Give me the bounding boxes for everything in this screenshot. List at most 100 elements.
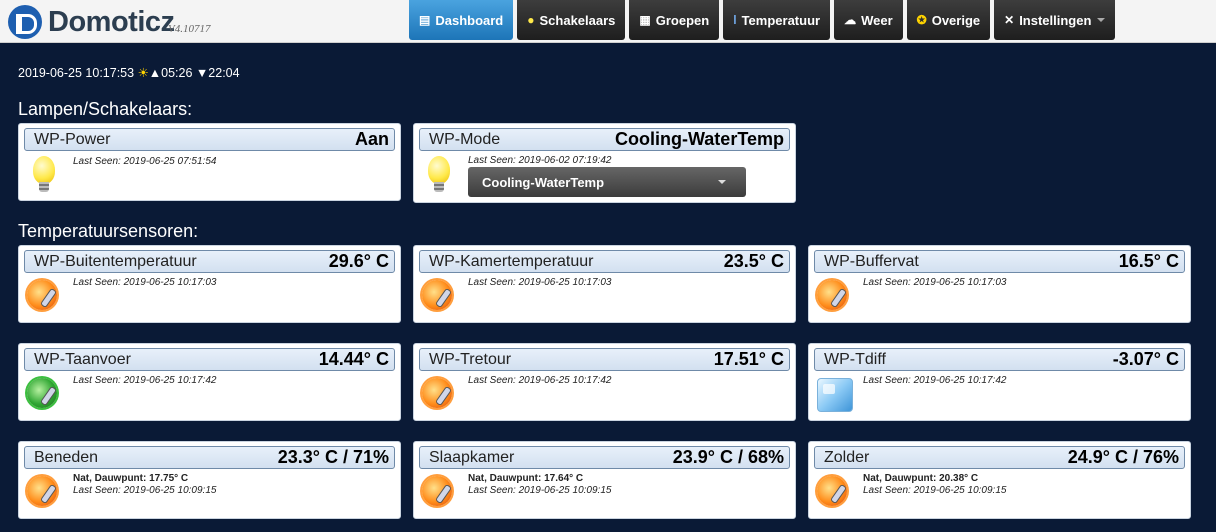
tab-overige[interactable]: ✪ Overige (906, 0, 991, 40)
tab-instellingen[interactable]: ✕ Instellingen (994, 0, 1116, 40)
last-seen-text: Last Seen: 2019-06-02 07:19:42 (468, 155, 612, 166)
last-seen-text: Last Seen: 2019-06-25 10:17:03 (863, 277, 1007, 288)
temp-card: WP-Tdiff -3.07° C Last Seen: 2019-06-25 … (808, 343, 1191, 421)
last-seen: Last Seen: 2019-06-25 10:17:42 (73, 375, 216, 386)
device-name: WP-Buitentemperatuur (34, 253, 197, 270)
last-seen: Last Seen: 2019-06-25 10:09:15 (73, 485, 216, 496)
device-name: WP-Tdiff (824, 351, 886, 368)
sunrise-time: ▲05:26 (148, 66, 193, 80)
device-name: WP-Tretour (429, 351, 512, 368)
tab-label: Schakelaars (539, 12, 616, 28)
device-value: 16.5° C (1118, 251, 1179, 271)
last-seen-text: Last Seen: 2019-06-25 07:51:54 (73, 156, 217, 167)
chevron-down-icon (1097, 18, 1106, 22)
tab-schakelaars[interactable]: ● Schakelaars (517, 0, 626, 40)
tab-label: Dashboard (435, 12, 504, 28)
sunset-time: ▼22:04 (195, 66, 240, 80)
last-seen-text: Last Seen: 2019-06-25 10:17:42 (73, 375, 217, 386)
bulb-icon[interactable] (428, 156, 450, 192)
section-lights-title: Lampen/Schakelaars: (18, 99, 193, 119)
last-seen: Last Seen: 2019-06-25 10:17:03 (73, 277, 216, 288)
temp-card: WP-Kamertemperatuur 23.5° C Last Seen: 2… (413, 245, 796, 323)
mode-select[interactable]: Cooling-WaterTemp (468, 167, 746, 197)
last-seen: Last Seen: 2019-06-02 07:19:42 (468, 155, 611, 166)
temperature-icon[interactable] (422, 476, 452, 506)
temperature-icon[interactable] (27, 378, 57, 408)
card-header: WP-Taanvoer 14.44° C (24, 348, 395, 371)
thermometer-icon: ǀ (733, 13, 737, 27)
device-name: WP-Taanvoer (34, 351, 131, 368)
card-header: WP-Mode Cooling-WaterTemp (419, 128, 790, 151)
tab-weer[interactable]: ☁ Weer (834, 0, 903, 40)
temperature-icon[interactable] (817, 280, 847, 310)
last-seen-text: Last Seen: 2019-06-25 10:09:15 (863, 485, 1007, 496)
tab-label: Temperatuur (741, 12, 821, 28)
device-name: WP-Mode (429, 131, 501, 148)
last-seen: Last Seen: 2019-06-25 10:09:15 (863, 485, 1006, 496)
current-datetime: 2019-06-25 10:17:53 (18, 66, 135, 80)
last-seen-text: Last Seen: 2019-06-25 10:17:03 (73, 277, 217, 288)
tab-temperatuur[interactable]: ǀ Temperatuur (723, 0, 831, 40)
temp-card: WP-Buffervat 16.5° C Last Seen: 2019-06-… (808, 245, 1191, 323)
device-name: Slaapkamer (429, 449, 515, 466)
tab-label: Instellingen (1019, 12, 1092, 28)
temp-card: WP-Tretour 17.51° C Last Seen: 2019-06-2… (413, 343, 796, 421)
temperature-icon[interactable] (27, 280, 57, 310)
bulb-icon[interactable] (33, 156, 55, 192)
temperature-icon[interactable] (27, 476, 57, 506)
device-value: Aan (354, 129, 389, 149)
temperature-icon[interactable] (817, 476, 847, 506)
last-seen-text: Last Seen: 2019-06-25 10:09:15 (73, 485, 217, 496)
tab-groepen[interactable]: ▦ Groepen (629, 0, 720, 40)
dewpoint: Nat, Dauwpunt: 17.64° C (468, 473, 583, 484)
device-value: 29.6° C (328, 251, 389, 271)
temperature-icon[interactable] (422, 280, 452, 310)
device-value: 23.3° C / 71% (277, 447, 389, 467)
logo-text: Domoticz (48, 6, 175, 38)
wrench-icon: ✕ (1004, 13, 1015, 27)
device-value: 23.5° C (723, 251, 784, 271)
card-header: Slaapkamer 23.9° C / 68% (419, 446, 790, 469)
cloud-icon: ☁ (844, 13, 857, 27)
device-name: WP-Power (34, 131, 111, 148)
last-seen: Last Seen: 2019-06-25 07:51:54 (73, 156, 216, 167)
device-name: WP-Kamertemperatuur (429, 253, 594, 270)
domoticz-logo[interactable]: Domoticz V4.10717 (8, 3, 218, 41)
tab-dashboard[interactable]: ▤ Dashboard (409, 0, 514, 40)
temperature-icon[interactable] (422, 378, 452, 408)
tab-label: Overige (931, 12, 981, 28)
app-version: V4.10717 (168, 23, 211, 35)
card-header: WP-Power Aan (24, 128, 395, 151)
device-value: -3.07° C (1112, 349, 1179, 369)
device-value: 14.44° C (318, 349, 389, 369)
film-icon: ▦ (639, 13, 651, 27)
tab-label: Weer (861, 12, 893, 28)
tab-label: Groepen (655, 12, 710, 28)
ice-cube-icon[interactable] (817, 378, 853, 412)
dewpoint-text: Nat, Dauwpunt: 17.75° C (73, 473, 189, 484)
last-seen: Last Seen: 2019-06-25 10:17:42 (468, 375, 611, 386)
dewpoint-text: Nat, Dauwpunt: 20.38° C (863, 473, 979, 484)
device-card: WP-Mode Cooling-WaterTemp Last Seen: 201… (413, 123, 796, 203)
last-seen-text: Last Seen: 2019-06-25 10:17:42 (468, 375, 612, 386)
last-seen: Last Seen: 2019-06-25 10:09:15 (468, 485, 611, 496)
device-name: Beneden (34, 449, 99, 466)
device-card: WP-Power Aan Last Seen: 2019-06-25 07:51… (18, 123, 401, 201)
device-value: 24.9° C / 76% (1067, 447, 1179, 467)
last-seen: Last Seen: 2019-06-25 10:17:03 (863, 277, 1006, 288)
last-seen-text: Last Seen: 2019-06-25 10:17:03 (468, 277, 612, 288)
dewpoint-text: Nat, Dauwpunt: 17.64° C (468, 473, 584, 484)
device-value: 23.9° C / 68% (672, 447, 784, 467)
temp-card: WP-Buitentemperatuur 29.6° C Last Seen: … (18, 245, 401, 323)
device-value: 17.51° C (713, 349, 784, 369)
logo-icon (8, 5, 42, 39)
bulb-icon: ● (527, 13, 535, 27)
section-temps-title: Temperatuursensoren: (18, 221, 199, 241)
temp-hum-card: Zolder 24.9° C / 76% Nat, Dauwpunt: 20.3… (808, 441, 1191, 519)
top-navbar: Domoticz V4.10717 ▤ Dashboard ● Schakela… (0, 0, 1216, 43)
card-header: WP-Kamertemperatuur 23.5° C (419, 250, 790, 273)
card-header: WP-Buitentemperatuur 29.6° C (24, 250, 395, 273)
last-seen-text: Last Seen: 2019-06-25 10:17:42 (863, 375, 1007, 386)
card-header: WP-Tretour 17.51° C (419, 348, 790, 371)
sun-icon: ☀ (137, 66, 149, 80)
